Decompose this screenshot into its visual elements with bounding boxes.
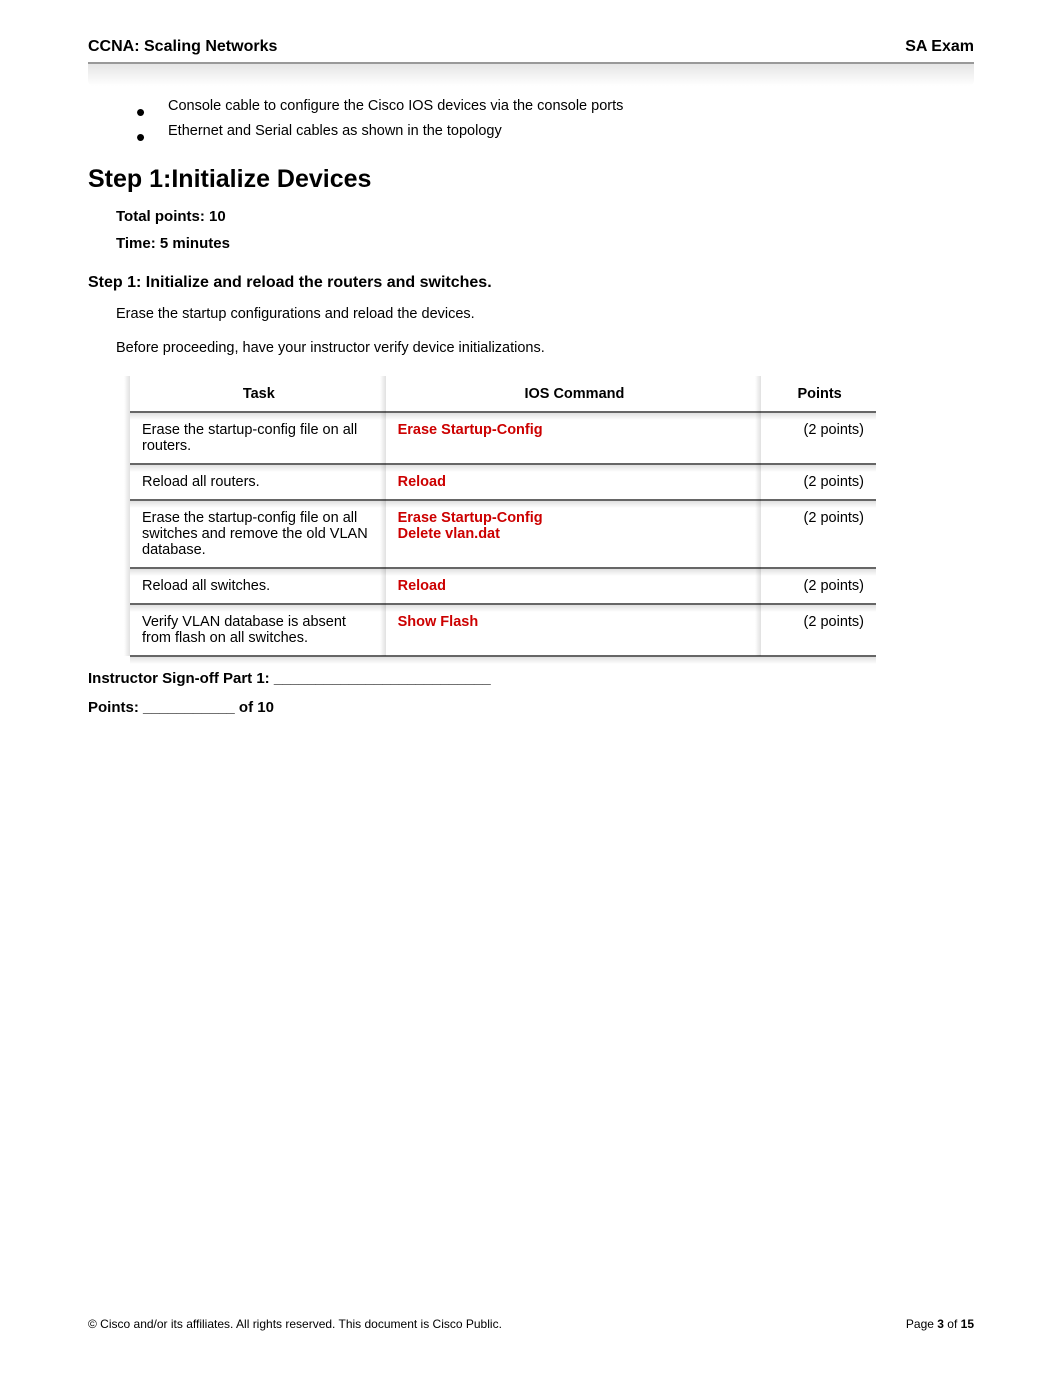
ios-command-table: Task IOS Command Points Era (130, 376, 876, 656)
cell-edge-shadow (124, 568, 130, 604)
table-row: Erase the startup-config file on all swi… (130, 500, 876, 568)
cell-edge-shadow (124, 464, 130, 500)
table-row: Verify VLAN database is absent from flas… (130, 604, 876, 656)
th-points: Points (761, 376, 876, 412)
task-text: Erase the startup-config file on all swi… (142, 510, 368, 558)
task-text: Erase the startup-config file on all rou… (142, 422, 357, 454)
body-block: Erase the startup configurations and rel… (88, 304, 974, 360)
td-points: (2 points) (761, 464, 876, 500)
list-item: Ethernet and Serial cables as shown in t… (136, 119, 974, 144)
cell-edge-shadow (124, 604, 130, 656)
td-task: Verify VLAN database is absent from flas… (130, 604, 386, 656)
task-text: Reload all switches. (142, 578, 270, 594)
points-of-total: Points: ___________ of 10 (88, 699, 974, 716)
points-text: (2 points) (804, 510, 864, 526)
cell-edge-shadow (124, 500, 130, 568)
task-text: Verify VLAN database is absent from flas… (142, 614, 346, 646)
command-text: Reload (398, 578, 446, 594)
td-command: Erase Startup-Config (386, 412, 762, 464)
points-text: (2 points) (804, 474, 864, 490)
page-header: CCNA: Scaling Networks SA Exam (88, 38, 974, 62)
bullet-list: Console cable to configure the Cisco IOS… (88, 94, 974, 143)
command-text: Show Flash (398, 614, 479, 630)
footer-copyright: © Cisco and/or its affiliates. All right… (88, 1317, 502, 1331)
footer-page-mid: of (944, 1317, 961, 1331)
points-text: (2 points) (804, 422, 864, 438)
td-points: (2 points) (761, 568, 876, 604)
page-footer: © Cisco and/or its affiliates. All right… (88, 1317, 974, 1331)
cell-edge-shadow (124, 412, 130, 464)
td-command: Reload (386, 464, 762, 500)
points-text: (2 points) (804, 614, 864, 630)
th-task: Task (130, 376, 386, 412)
footer-page-num: 3 (937, 1317, 944, 1331)
th-task-label: Task (243, 386, 275, 402)
time-label: Time: 5 minutes (116, 235, 974, 252)
header-divider (88, 62, 974, 88)
table-header-row: Task IOS Command Points (130, 376, 876, 412)
td-command: Show Flash (386, 604, 762, 656)
step-1-heading: Step 1:Initialize Devices (88, 165, 974, 194)
table-row: Erase the startup-config file on all rou… (130, 412, 876, 464)
td-command: Reload (386, 568, 762, 604)
td-task: Reload all switches. (130, 568, 386, 604)
header-right: SA Exam (905, 38, 974, 56)
th-command: IOS Command (386, 376, 762, 412)
td-task: Erase the startup-config file on all swi… (130, 500, 386, 568)
cell-edge-shadow (124, 376, 130, 412)
body-text-2: Before proceeding, have your instructor … (116, 338, 974, 360)
td-points: (2 points) (761, 500, 876, 568)
footer-page-total: 15 (961, 1317, 974, 1331)
body-text-1: Erase the startup configurations and rel… (116, 304, 974, 326)
command-text-2: Delete vlan.dat (398, 526, 752, 542)
th-command-label: IOS Command (524, 386, 624, 402)
step-meta: Total points: 10 Time: 5 minutes (88, 208, 974, 252)
ios-table-wrap: Task IOS Command Points Era (130, 376, 974, 656)
table-row: Reload all routers. Reload (2 points) (130, 464, 876, 500)
table-row: Reload all switches. Reload (2 points) (130, 568, 876, 604)
td-task: Reload all routers. (130, 464, 386, 500)
divider-shadow (88, 64, 974, 86)
footer-page-prefix: Page (906, 1317, 937, 1331)
list-item: Console cable to configure the Cisco IOS… (136, 94, 974, 119)
task-text: Reload all routers. (142, 474, 260, 490)
command-text: Reload (398, 474, 446, 490)
td-command: Erase Startup-Config Delete vlan.dat (386, 500, 762, 568)
th-points-label: Points (797, 386, 841, 402)
footer-page: Page 3 of 15 (906, 1317, 974, 1331)
total-points-label: Total points: 10 (116, 208, 974, 225)
command-text: Erase Startup-Config (398, 510, 752, 526)
substep-1-heading: Step 1: Initialize and reload the router… (88, 274, 974, 292)
page-container: CCNA: Scaling Networks SA Exam Console c… (0, 0, 1062, 768)
command-text: Erase Startup-Config (398, 422, 543, 438)
points-text: (2 points) (804, 578, 864, 594)
header-left: CCNA: Scaling Networks (88, 38, 277, 56)
td-points: (2 points) (761, 412, 876, 464)
instructor-signoff: Instructor Sign-off Part 1: ____________… (88, 670, 974, 687)
td-points: (2 points) (761, 604, 876, 656)
td-task: Erase the startup-config file on all rou… (130, 412, 386, 464)
